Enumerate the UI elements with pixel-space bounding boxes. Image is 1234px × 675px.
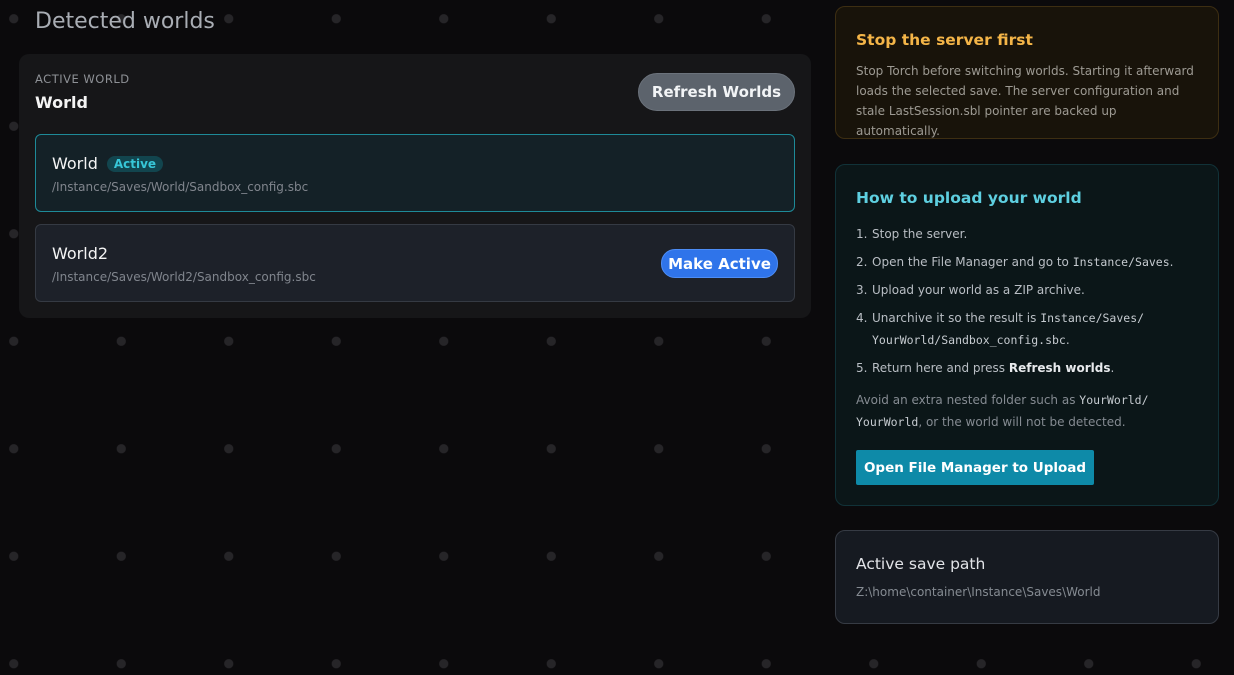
active-badge: Active: [106, 155, 164, 172]
code-path: Instance/Saves: [1072, 255, 1170, 269]
refresh-worlds-button[interactable]: Refresh Worlds: [638, 73, 795, 111]
refresh-worlds-emphasis: Refresh worlds: [1008, 361, 1111, 375]
step-item: 3. Upload your world as a ZIP archive.: [856, 283, 1085, 297]
open-file-manager-button[interactable]: Open File Manager to Upload: [856, 450, 1094, 485]
world-name: World: [52, 154, 98, 173]
upload-steps-list: 1. Stop the server. 2. Open the File Man…: [856, 223, 1201, 385]
step-item: 2. Open the File Manager and go to Insta…: [856, 255, 1174, 269]
warning-title: Stop the server first: [856, 31, 1033, 49]
world-name: World2: [52, 244, 109, 263]
upload-title: How to upload your world: [856, 189, 1082, 207]
step-item: 5. Return here and press Refresh worlds.: [856, 361, 1115, 375]
save-path-value: Z:\home\container\Instance\Saves\World: [856, 585, 1101, 599]
world-row-world[interactable]: World Active /Instance/Saves/World/Sandb…: [35, 134, 795, 212]
upload-instructions-card: How to upload your world 1. Stop the ser…: [835, 164, 1219, 506]
detected-worlds-panel: ACTIVE WORLD World Refresh Worlds World …: [19, 54, 811, 318]
stop-server-warning-card: Stop the server first Stop Torch before …: [835, 6, 1219, 139]
active-world-label: ACTIVE WORLD: [35, 72, 130, 86]
make-active-button[interactable]: Make Active: [661, 249, 778, 278]
step-item: 1. Stop the server.: [856, 227, 968, 241]
warning-body: Stop Torch before switching worlds. Star…: [856, 64, 1194, 138]
section-title: Detected worlds: [35, 9, 215, 34]
active-world-name: World: [35, 93, 88, 112]
active-save-path-card: Active save path Z:\home\container\Insta…: [835, 530, 1219, 624]
world-path: /Instance/Saves/World2/Sandbox_config.sb…: [52, 270, 316, 284]
nested-folder-note: Avoid an extra nested folder such as You…: [856, 393, 1149, 429]
world-path: /Instance/Saves/World/Sandbox_config.sbc: [52, 180, 309, 194]
world-row-world2[interactable]: World2 /Instance/Saves/World2/Sandbox_co…: [35, 224, 795, 302]
step-item: 4. Unarchive it so the result is Instanc…: [856, 311, 1145, 347]
save-path-title: Active save path: [856, 555, 986, 573]
